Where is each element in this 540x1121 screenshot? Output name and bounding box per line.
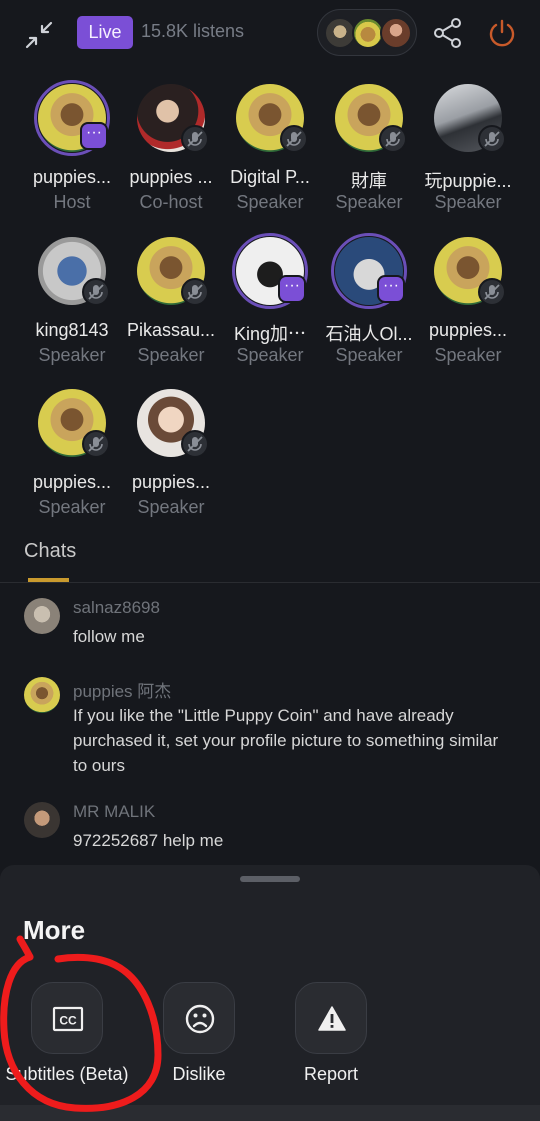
- listen-count: 15.8K listens: [141, 21, 245, 41]
- mic-off-icon: [82, 430, 110, 458]
- chat-message: MR MALIK 972252687 help me: [24, 802, 514, 862]
- subtitles-button[interactable]: CC Subtitles (Beta): [2, 982, 132, 1092]
- participant-name: puppies...: [32, 167, 112, 187]
- divider: [0, 582, 540, 583]
- participant-name: puppies...: [32, 472, 112, 492]
- participant[interactable]: ··· puppies... Host: [22, 70, 122, 220]
- avatar: [380, 17, 412, 49]
- participant-name: puppies...: [131, 472, 211, 492]
- participant[interactable]: king8143 Speaker: [22, 223, 122, 373]
- chat-username: MR MALIK: [73, 802, 156, 821]
- sheet-title: More: [23, 915, 86, 945]
- participant[interactable]: puppies... Speaker: [418, 223, 518, 373]
- participant[interactable]: Pikassau... Speaker: [121, 223, 221, 373]
- participant[interactable]: puppies... Speaker: [121, 375, 221, 525]
- participant-role: Speaker: [38, 345, 106, 365]
- participant[interactable]: ··· 石油人Ol... Speaker: [319, 223, 419, 373]
- nav-bar-area: [0, 1105, 540, 1121]
- participant-name: puppies...: [428, 320, 508, 340]
- mic-off-icon: [280, 125, 308, 153]
- participant-name: Pikassau...: [126, 320, 216, 340]
- participant[interactable]: Digital P... Speaker: [220, 70, 320, 220]
- mic-off-icon: [478, 278, 506, 306]
- power-icon[interactable]: [487, 18, 517, 48]
- participant-name: Digital P...: [230, 167, 310, 187]
- chat-text: 972252687 help me: [73, 831, 224, 850]
- collapse-icon[interactable]: [24, 20, 54, 50]
- chat-message: puppies 阿杰 If you like the "Little Puppy…: [24, 677, 514, 787]
- chat-text: If you like the "Little Puppy Coin" and …: [73, 706, 499, 775]
- mic-off-icon: [181, 430, 209, 458]
- avatar[interactable]: [24, 598, 60, 634]
- subtitles-icon-button[interactable]: CC: [31, 982, 103, 1054]
- participant-role: Speaker: [335, 192, 403, 212]
- participant-role: Speaker: [38, 497, 106, 517]
- share-icon[interactable]: [433, 17, 463, 49]
- participant-role: Speaker: [137, 345, 205, 365]
- mic-off-icon: [379, 125, 407, 153]
- participant-name: 石油人Ol...: [325, 324, 413, 344]
- sheet-grabber[interactable]: [240, 876, 300, 882]
- report-button[interactable]: Report: [266, 982, 396, 1092]
- chat-username: puppies 阿杰: [73, 682, 172, 701]
- participant-role: Host: [53, 192, 91, 212]
- participant[interactable]: 玩puppie... Speaker: [418, 70, 518, 220]
- participant-name: 財庫: [351, 171, 387, 191]
- svg-text:CC: CC: [59, 1014, 77, 1028]
- mic-off-icon: [82, 278, 110, 306]
- participant[interactable]: puppies... Speaker: [22, 375, 122, 525]
- participant-role: Speaker: [434, 345, 502, 365]
- top-bar: Live 15.8K listens: [0, 0, 540, 70]
- warning-icon: [318, 1006, 346, 1031]
- chat-text: follow me: [73, 627, 145, 646]
- frown-icon: [185, 1004, 215, 1034]
- mic-off-icon: [181, 278, 209, 306]
- live-badge: Live: [77, 16, 133, 49]
- more-options-icon[interactable]: ···: [80, 122, 108, 150]
- chat-username: salnaz8698: [73, 598, 160, 617]
- listener-avatars[interactable]: [317, 9, 417, 56]
- more-options-icon[interactable]: ···: [377, 275, 405, 303]
- chat-message: salnaz8698 follow me: [24, 598, 514, 658]
- subtitles-label: Subtitles (Beta): [5, 1064, 129, 1084]
- avatar[interactable]: [24, 802, 60, 838]
- participant-role: Speaker: [434, 192, 502, 212]
- mic-off-icon: [478, 125, 506, 153]
- report-icon-button[interactable]: [295, 982, 367, 1054]
- participant[interactable]: ··· King加⋯ Speaker: [220, 223, 320, 373]
- participant-role: Speaker: [137, 497, 205, 517]
- cc-icon: CC: [52, 1006, 84, 1032]
- participant-role: Speaker: [236, 345, 304, 365]
- avatar[interactable]: [24, 677, 60, 713]
- participant-name: 玩puppie...: [424, 171, 512, 191]
- dislike-label: Dislike: [172, 1064, 226, 1084]
- tab-chats[interactable]: Chats: [24, 540, 76, 563]
- more-options-icon[interactable]: ···: [278, 275, 306, 303]
- dislike-icon-button[interactable]: [163, 982, 235, 1054]
- participant-role: Speaker: [335, 345, 403, 365]
- participant[interactable]: 財庫 Speaker: [319, 70, 419, 220]
- mic-off-icon: [181, 125, 209, 153]
- more-sheet: More CC Subtitles (Beta) Dislike Report: [0, 865, 540, 1105]
- dislike-button[interactable]: Dislike: [134, 982, 264, 1092]
- participant[interactable]: puppies ... Co-host: [121, 70, 221, 220]
- space-screen: Live 15.8K listens ··· puppies... Host p…: [0, 0, 540, 1121]
- participant-name: king8143: [35, 320, 109, 340]
- participant-name: puppies ...: [129, 167, 213, 187]
- report-label: Report: [303, 1064, 359, 1084]
- participant-role: Co-host: [139, 192, 203, 212]
- participant-role: Speaker: [236, 192, 304, 212]
- participant-name: King加⋯: [233, 324, 307, 344]
